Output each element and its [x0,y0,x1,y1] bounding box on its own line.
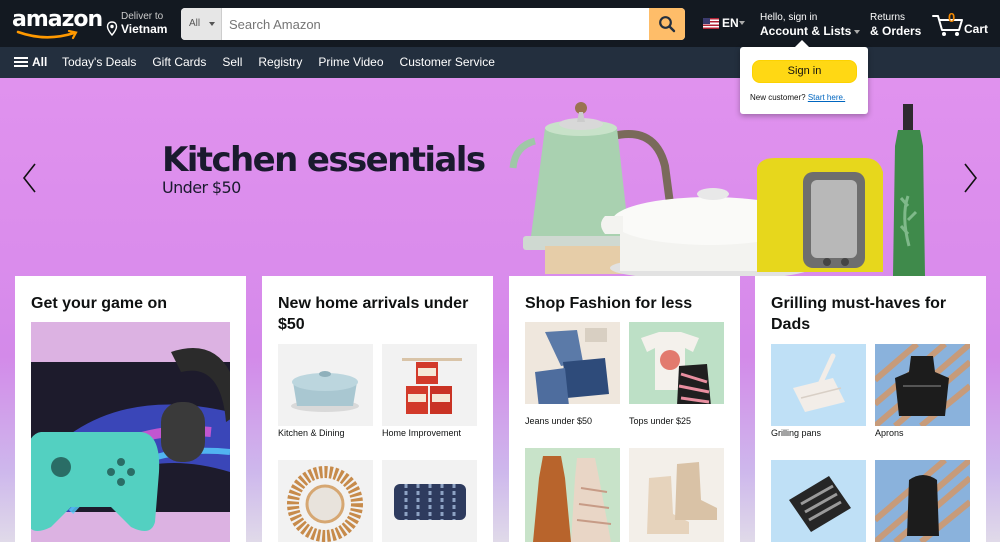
account-greeting: Hello, sign in [760,12,818,23]
cart-button[interactable]: 0 Cart [932,10,992,40]
amazon-logo[interactable]: amazon [12,7,103,40]
card-fashion: Shop Fashion for less Jeans under $50 To… [509,276,740,542]
hero-subtitle: Under $50 [162,178,241,197]
deliver-label: Deliver to [121,11,164,22]
grill-tools-image [771,460,866,542]
all-menu-label: All [32,55,48,69]
account-lists-label: Account & Lists [760,24,852,38]
caret-down-icon [739,21,745,25]
us-flag-icon [703,18,719,29]
popup-signin-button[interactable]: Sign in [752,60,857,83]
carousel-prev-arrow-icon[interactable] [18,160,42,196]
tile-kitchen-dining[interactable] [278,344,373,426]
search-input[interactable] [222,8,649,40]
tile-grill-mitts[interactable] [875,460,970,542]
tile-boots[interactable] [629,448,724,542]
dresses-image [525,448,620,542]
tile-label-aprons: Aprons [875,428,904,438]
search-button[interactable] [649,8,685,40]
card-title[interactable]: Shop Fashion for less [525,293,730,314]
start-here-link[interactable]: Start here. [808,93,845,102]
account-popup: Sign in New customer? Start here. [740,40,868,114]
tile-label-grilling-pans: Grilling pans [771,428,822,438]
card-grilling: Grilling must-haves for Dads Grilling pa… [755,276,986,542]
tops-image [629,322,724,404]
smile-arrow-icon [16,30,78,40]
card-home-arrivals: New home arrivals under $50 Kitchen & Di… [262,276,493,542]
nav-link-sell[interactable]: Sell [222,55,242,69]
hero-title: Kitchen essentials [162,140,486,180]
dutch-oven-image [278,344,373,426]
cart-label: Cart [964,22,989,36]
nav-link-registry[interactable]: Registry [258,55,302,69]
tile-home-improvement[interactable] [382,344,477,426]
search-category-select[interactable]: All [181,8,222,40]
nav-link-prime-video[interactable]: Prime Video [318,55,383,69]
hamburger-icon [14,57,28,67]
tile-mirror[interactable] [278,460,373,542]
gaming-image[interactable] [31,322,230,542]
gaming-setup-graphic [31,322,230,542]
carousel-next-arrow-icon[interactable] [958,160,982,196]
tile-grill-tools[interactable] [771,460,866,542]
search-bar: All [181,8,685,40]
tile-label-home-improvement: Home Improvement [382,428,462,438]
tile-pillow[interactable] [382,460,477,542]
tile-dresses[interactable] [525,448,620,542]
new-customer-label: New customer? [750,93,806,102]
cart-count: 0 [948,10,956,25]
new-customer-text: New customer? Start here. [750,93,845,102]
orders-label: & Orders [870,24,922,38]
tile-label-tops: Tops under $25 [629,416,692,426]
search-category-label: All [189,18,201,29]
oil-bottle-graphic [893,104,925,276]
nav-link-gift-cards[interactable]: Gift Cards [152,55,206,69]
grill-mitt-image [875,460,970,542]
tile-aprons[interactable] [875,344,970,426]
grill-pan-image [771,344,866,426]
top-header: amazon Deliver to Vietnam All EN [0,0,1000,47]
language-code: EN [722,16,739,30]
caret-down-icon [854,29,861,34]
tile-grilling-pans[interactable] [771,344,866,426]
deliver-country: Vietnam [121,22,168,36]
apron-image [875,344,970,426]
caret-down-icon [209,22,215,26]
toaster-graphic [757,158,883,272]
returns-orders[interactable]: Returns & Orders [870,12,921,38]
card-title[interactable]: Grilling must-haves for Dads [771,293,976,335]
location-pin-icon [106,21,118,36]
pillow-image [382,460,477,542]
tile-label-jeans: Jeans under $50 [525,416,593,426]
boots-image [629,448,724,542]
paint-cans-image [382,344,477,426]
returns-label: Returns [870,12,906,23]
card-game: Get your game on [15,276,246,542]
kitchen-products-image [509,102,925,276]
nav-links: Today's Deals Gift Cards Sell Registry P… [62,55,511,69]
tile-jeans[interactable] [525,322,620,404]
search-icon [659,16,676,33]
jeans-image [525,322,620,404]
card-title[interactable]: New home arrivals under $50 [278,293,483,335]
tile-tops[interactable] [629,322,724,404]
tile-label-kitchen-dining: Kitchen & Dining [278,428,345,438]
nav-link-customer-service[interactable]: Customer Service [400,55,495,69]
logo-text: amazon [12,7,103,32]
account-lists[interactable]: Hello, sign in Account & Lists [760,12,861,38]
rattan-mirror-image [278,460,373,542]
card-title[interactable]: Get your game on [31,293,236,314]
nav-link-todays-deals[interactable]: Today's Deals [62,55,136,69]
